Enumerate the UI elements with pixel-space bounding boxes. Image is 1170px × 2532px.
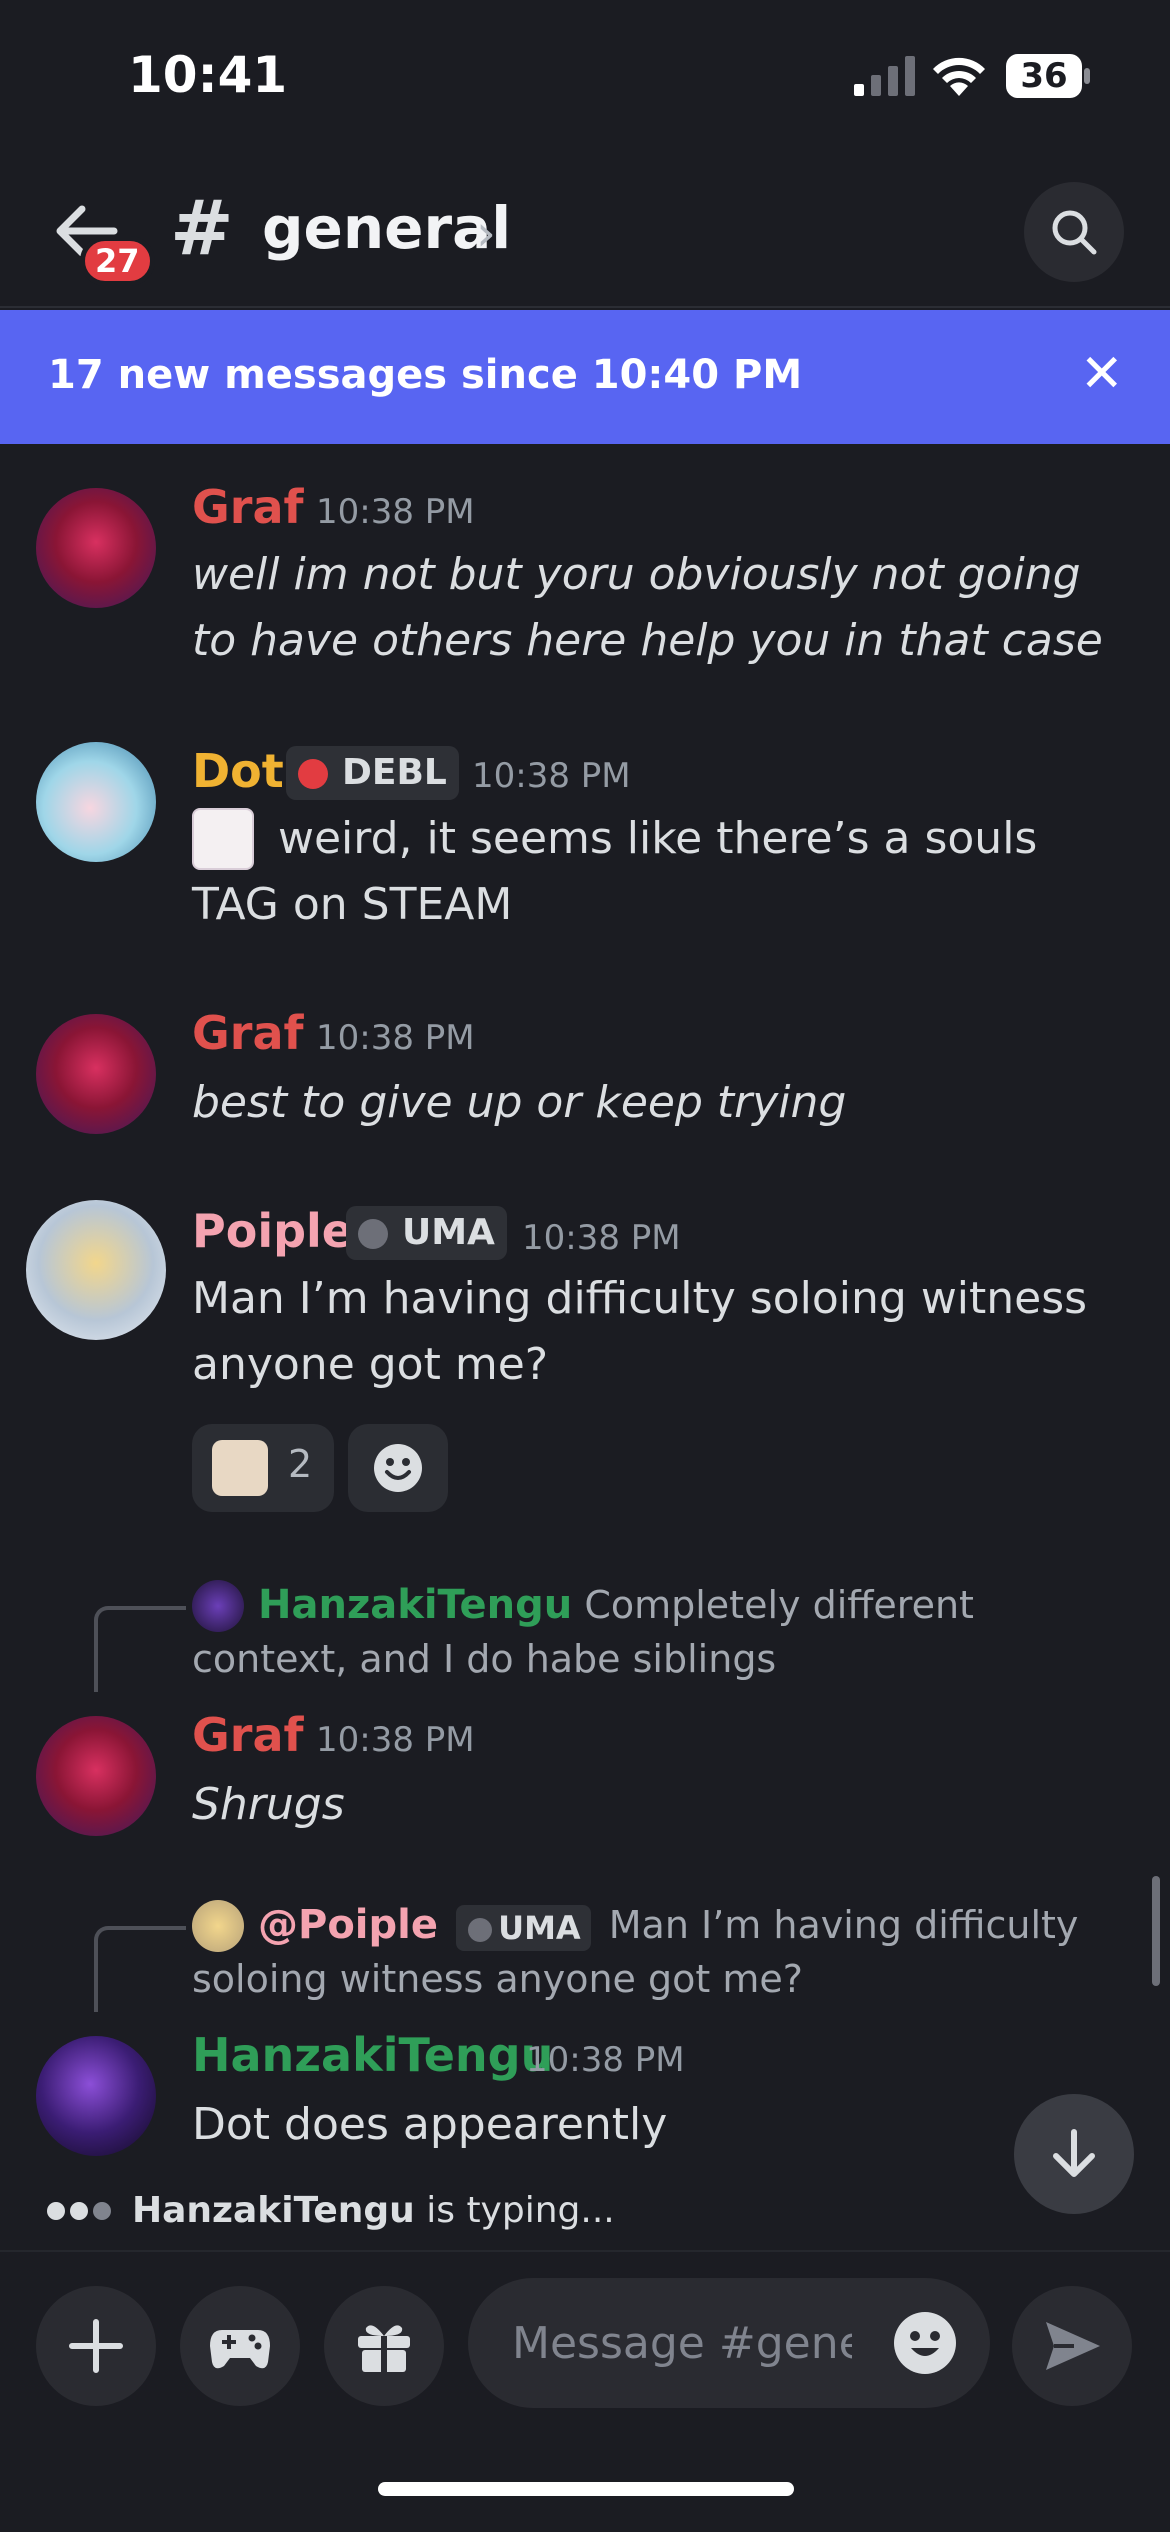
typing-dots-icon: [47, 2202, 111, 2220]
tag-badge-icon: [298, 759, 328, 789]
reply-author: @Poiple: [258, 1902, 438, 1948]
avatar[interactable]: [26, 1200, 166, 1340]
arrow-down-icon: [1053, 2129, 1095, 2177]
message-author[interactable]: Dot: [192, 744, 284, 798]
message-author[interactable]: Poiple: [192, 1204, 353, 1258]
message-item[interactable]: @Poiple UMA Man I’m having difficulty so…: [0, 1896, 1170, 2166]
signal-icon: [854, 56, 915, 96]
message-item[interactable]: HanzakiTengu Completely different contex…: [0, 1576, 1170, 1856]
role-tag-label: DEBL: [342, 752, 447, 793]
message-item[interactable]: Poiple UMA 10:38 PM Man I’m having diffi…: [0, 1196, 1170, 1526]
avatar[interactable]: [36, 2036, 156, 2156]
typing-suffix: is typing...: [414, 2190, 615, 2231]
avatar[interactable]: [36, 1014, 156, 1134]
reply-preview[interactable]: HanzakiTengu Completely different contex…: [192, 1578, 1112, 1686]
home-indicator: [378, 2482, 794, 2496]
reply-connector: [94, 1606, 186, 1692]
plus-icon: [69, 2319, 123, 2373]
message-time: 10:38 PM: [316, 1720, 475, 1760]
channel-header: 27 # general ›: [0, 160, 1170, 308]
typing-user: HanzakiTengu: [132, 2190, 415, 2231]
smile-icon: [374, 1444, 422, 1492]
message-time: 10:38 PM: [316, 492, 475, 532]
gift-icon: [358, 2325, 410, 2372]
message-time: 10:38 PM: [316, 1018, 475, 1058]
message-author[interactable]: HanzakiTengu: [192, 2028, 553, 2082]
reply-role-tag: UMA: [456, 1904, 591, 1951]
new-messages-text: 17 new messages since 10:40 PM: [48, 352, 803, 398]
jump-to-present-button[interactable]: [1014, 2094, 1134, 2214]
message-author[interactable]: Graf: [192, 480, 304, 534]
add-reaction-button[interactable]: [348, 1424, 448, 1512]
message-item[interactable]: Graf 10:38 PM best to give up or keep tr…: [0, 1000, 1170, 1140]
gamepad-icon: [210, 2330, 270, 2369]
reaction-count: 2: [288, 1442, 313, 1486]
scrollbar-thumb[interactable]: [1152, 1876, 1160, 1986]
add-attachment-button[interactable]: [36, 2286, 156, 2406]
role-tag: UMA: [346, 1206, 507, 1260]
message-text: best to give up or keep trying: [192, 1077, 847, 1128]
message-text: Man I’m having difficulty soloing witnes…: [192, 1273, 1088, 1390]
message-input[interactable]: [512, 2308, 852, 2378]
role-tag-label: UMA: [402, 1212, 495, 1253]
message-input-container[interactable]: [468, 2278, 990, 2408]
search-icon: [1052, 210, 1097, 255]
reply-connector: [94, 1926, 186, 2012]
send-button[interactable]: [1012, 2286, 1132, 2406]
avatar[interactable]: [36, 488, 156, 608]
chevron-right-icon[interactable]: ›: [476, 204, 496, 262]
emoji-icon[interactable]: [892, 2310, 958, 2376]
new-messages-banner[interactable]: 17 new messages since 10:40 PM ✕: [0, 310, 1170, 444]
role-tag: DEBL: [286, 746, 459, 800]
message-time: 10:38 PM: [522, 1218, 681, 1258]
reply-role-tag-label: UMA: [498, 1908, 581, 1947]
reply-author: HanzakiTengu: [258, 1582, 573, 1628]
tag-badge-icon: [358, 1219, 388, 1249]
search-button[interactable]: [1024, 182, 1124, 282]
wifi-icon: [933, 57, 985, 96]
message-text: well im not but yoru obviously not going…: [192, 549, 1103, 666]
status-bar: 10:41 36: [0, 0, 1170, 160]
avatar[interactable]: [36, 1716, 156, 1836]
channel-hash-icon: #: [170, 183, 234, 272]
message-text: Dot does appearently: [192, 2099, 668, 2150]
message-time: 10:38 PM: [472, 756, 631, 796]
typing-text: HanzakiTengu is typing...: [132, 2190, 615, 2231]
message-text: weird, it seems like there’s a souls TAG…: [192, 813, 1038, 930]
reply-preview[interactable]: @Poiple UMA Man I’m having difficulty so…: [192, 1898, 1112, 2006]
message-text: Shrugs: [192, 1779, 345, 1830]
message-item[interactable]: Dot DEBL 10:38 PM weird, it seems like t…: [0, 736, 1170, 956]
message-composer: [0, 2250, 1170, 2532]
send-icon: [1046, 2322, 1100, 2370]
message-item[interactable]: Graf 10:38 PM well im not but yoru obvio…: [0, 470, 1170, 680]
tag-badge-icon: [468, 1917, 493, 1942]
message-author[interactable]: Graf: [192, 1708, 304, 1762]
message-time: 10:38 PM: [526, 2040, 685, 2080]
gift-button[interactable]: [324, 2286, 444, 2406]
status-time: 10:41: [128, 46, 288, 104]
reaction-emoji: [212, 1440, 268, 1496]
activities-button[interactable]: [180, 2286, 300, 2406]
battery-icon: 36: [1006, 54, 1090, 98]
battery-level: 36: [1020, 56, 1068, 96]
message-author[interactable]: Graf: [192, 1006, 304, 1060]
avatar[interactable]: [36, 742, 156, 862]
channel-name[interactable]: general: [262, 194, 511, 262]
reaction-chip[interactable]: 2: [192, 1424, 334, 1512]
unread-badge: 27: [80, 236, 155, 286]
close-icon[interactable]: ✕: [1080, 344, 1124, 404]
